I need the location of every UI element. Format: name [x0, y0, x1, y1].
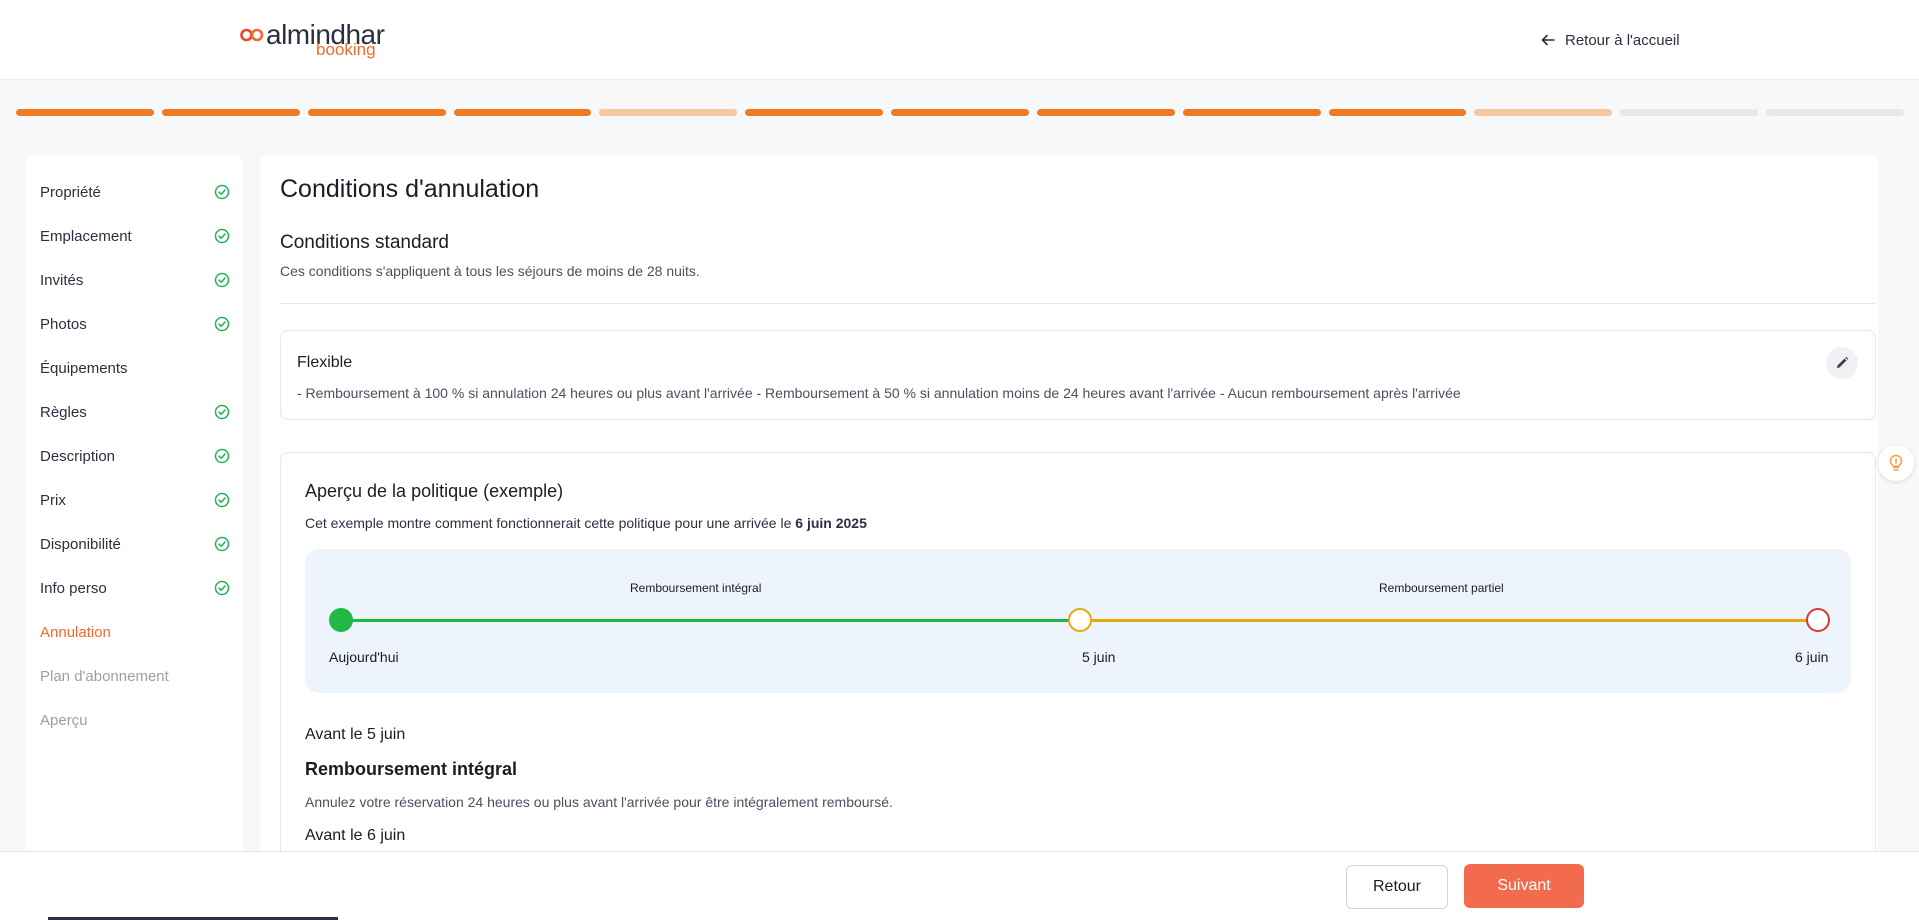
next-button[interactable]: Suivant	[1464, 864, 1584, 908]
timeline-end-label: 6 juin	[1795, 649, 1829, 665]
timeline-partial-refund-line	[1080, 619, 1818, 622]
page-title: Conditions d'annulation	[280, 175, 540, 203]
sidebar-item-label: Plan d'abonnement	[40, 667, 169, 685]
preview-arrival-date: 6 juin 2025	[795, 515, 867, 531]
check-circle-icon	[214, 404, 230, 420]
sidebar-item[interactable]: Propriété	[40, 180, 230, 204]
steps-sidebar: Propriété Emplacement Invités Photos Équipem…	[25, 155, 243, 855]
sidebar-item-label: Équipements	[40, 359, 128, 377]
sidebar-item-label: Emplacement	[40, 227, 132, 245]
divider	[280, 303, 1876, 304]
policy-name: Flexible	[297, 354, 353, 371]
policy-description: - Remboursement à 100 % si annulation 24…	[297, 385, 1461, 401]
sidebar-item[interactable]: Description	[40, 444, 230, 468]
timeline-start-label: Aujourd'hui	[329, 649, 399, 665]
progress-segment	[1766, 109, 1904, 116]
footer-bar: Retour Suivant	[0, 851, 1919, 920]
preview-description-text: Cet exemple montre comment fonctionnerai…	[305, 515, 796, 531]
progress-segment	[891, 109, 1029, 116]
timeline-middle-dot	[1068, 608, 1092, 632]
timeline-full-refund-line	[341, 619, 1080, 622]
check-circle-icon	[214, 580, 230, 596]
sidebar-item-label: Règles	[40, 403, 87, 421]
top-header: almindhar booking Retour à l'accueil	[0, 0, 1919, 80]
preview-description: Cet exemple montre comment fonctionnerai…	[305, 515, 867, 531]
progress-segment	[1620, 109, 1759, 116]
sidebar-item-label: Prix	[40, 491, 66, 509]
progress-segment	[1182, 109, 1321, 116]
back-button[interactable]: Retour	[1346, 865, 1448, 909]
timeline-partial-refund-label: Remboursement partiel	[1379, 581, 1504, 595]
main-content: Conditions d'annulation Conditions stand…	[260, 155, 1878, 855]
section-title: Conditions standard	[280, 232, 449, 253]
timeline-end-dot	[1806, 608, 1830, 632]
pencil-icon	[1837, 356, 1849, 368]
progress-segment	[307, 109, 446, 116]
sidebar-item-label: Propriété	[40, 183, 101, 201]
sidebar-item-label: Disponibilité	[40, 535, 121, 553]
check-circle-icon	[214, 272, 230, 288]
sidebar-item[interactable]: Plan d'abonnement	[40, 664, 230, 688]
sidebar-item[interactable]: Photos	[40, 312, 230, 336]
almindhar-logo[interactable]: almindhar booking	[240, 20, 390, 60]
check-circle-icon	[214, 228, 230, 244]
progress-segment	[1328, 109, 1467, 116]
rule-when: Avant le 5 juin	[305, 726, 406, 743]
preview-title: Aperçu de la politique (exemple)	[305, 481, 564, 501]
sidebar-item[interactable]: Disponibilité	[40, 532, 230, 556]
sidebar-item-label: Annulation	[40, 623, 111, 641]
logo-sub-text: booking	[316, 40, 376, 59]
check-circle-icon	[214, 536, 230, 552]
progress-segment	[161, 109, 300, 116]
edit-policy-button[interactable]	[1826, 347, 1858, 379]
progress-segment	[599, 109, 738, 116]
section-description: Ces conditions s'appliquent à tous les s…	[280, 263, 700, 279]
timeline-full-refund-label: Remboursement intégral	[630, 581, 762, 595]
sidebar-item-label: Aperçu	[40, 711, 88, 729]
arrow-left-icon	[1541, 34, 1555, 46]
check-circle-icon	[214, 316, 230, 332]
sidebar-item[interactable]: Règles	[40, 400, 230, 424]
progress-segment	[1474, 109, 1613, 116]
sidebar-item-label: Photos	[40, 315, 87, 333]
back-to-home-link[interactable]: Retour à l'accueil	[1541, 28, 1680, 52]
sidebar-item[interactable]: Emplacement	[40, 224, 230, 248]
sidebar-item[interactable]: Aperçu	[40, 708, 230, 732]
rule-when: Avant le 6 juin	[305, 827, 406, 844]
lightbulb-icon	[1889, 454, 1903, 471]
progress-segment	[453, 109, 592, 116]
sidebar-item-label: Info perso	[40, 579, 107, 597]
sidebar-item-label: Description	[40, 447, 116, 465]
progress-segment	[745, 109, 884, 116]
policy-preview-card: Aperçu de la politique (exemple) Cet exe…	[280, 452, 1876, 855]
rule-title: Remboursement intégral	[305, 759, 518, 779]
back-to-home-label: Retour à l'accueil	[1565, 31, 1680, 49]
tips-button[interactable]	[1878, 445, 1914, 481]
rule-description: Annulez votre réservation 24 heures ou p…	[305, 794, 893, 810]
sidebar-item[interactable]: Prix	[40, 488, 230, 512]
sidebar-item[interactable]: Annulation	[40, 620, 230, 644]
sidebar-item[interactable]: Équipements	[40, 356, 230, 380]
check-circle-icon	[214, 492, 230, 508]
policy-card: Flexible - Remboursement à 100 % si annu…	[280, 330, 1876, 420]
step-progress-bar	[16, 109, 1904, 117]
progress-segment	[1036, 109, 1175, 116]
refund-timeline: Remboursement intégral Remboursement par…	[305, 549, 1851, 693]
infinity-logo-icon	[240, 28, 264, 42]
progress-segment	[16, 109, 154, 116]
sidebar-item[interactable]: Invités	[40, 268, 230, 292]
sidebar-item[interactable]: Info perso	[40, 576, 230, 600]
timeline-middle-label: 5 juin	[1082, 649, 1116, 665]
timeline-start-dot	[329, 608, 353, 632]
check-circle-icon	[214, 448, 230, 464]
sidebar-item-label: Invités	[40, 271, 84, 289]
check-circle-icon	[214, 184, 230, 200]
